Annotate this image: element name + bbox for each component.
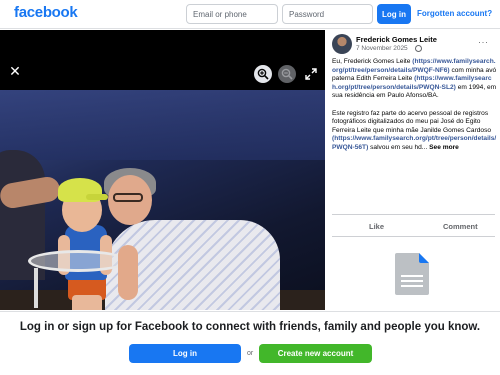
- signup-prompt: Log in or sign up for Facebook to connec…: [19, 321, 481, 333]
- post-photo: [0, 90, 325, 310]
- expand-icon[interactable]: [302, 65, 320, 83]
- login-button[interactable]: Log in: [129, 344, 241, 363]
- email-field[interactable]: [186, 4, 278, 24]
- top-bar: facebook Log in Forgotten account?: [0, 0, 500, 29]
- post-text-segment: salvou em seu hd...: [370, 143, 428, 151]
- post-text: Eu, Frederick Gomes Leite (https://www.f…: [332, 58, 497, 161]
- avatar[interactable]: [332, 34, 352, 54]
- close-icon[interactable]: ✕: [8, 64, 22, 78]
- signup-banner: Log in or sign up for Facebook to connec…: [0, 311, 500, 375]
- header-login-button[interactable]: Log in: [377, 4, 411, 24]
- forgot-account-link[interactable]: Forgotten account?: [417, 9, 492, 18]
- zoom-in-icon[interactable]: [254, 65, 272, 83]
- comment-button[interactable]: Comment: [443, 222, 478, 231]
- post-text-segment: Eu, Frederick Gomes Leite: [332, 58, 411, 65]
- like-button[interactable]: Like: [369, 222, 384, 231]
- or-label: or: [247, 350, 254, 357]
- post-text-segment: Este registro faz parte do acervo pessoa…: [332, 109, 492, 134]
- document-icon: [395, 253, 429, 295]
- create-account-button[interactable]: Create new account: [259, 344, 372, 363]
- post-date[interactable]: 7 November 2025: [356, 45, 408, 52]
- zoom-out-icon[interactable]: [278, 65, 296, 83]
- globe-icon: [415, 45, 422, 52]
- post-author[interactable]: Frederick Gomes Leite: [356, 35, 437, 44]
- photo-viewer: ✕: [0, 30, 325, 310]
- password-field[interactable]: [282, 4, 373, 24]
- more-options-icon[interactable]: ···: [478, 37, 489, 47]
- divider: [332, 214, 495, 215]
- post-panel: Frederick Gomes Leite 7 November 2025 ··…: [325, 30, 500, 310]
- facebook-logo[interactable]: facebook: [14, 4, 78, 21]
- divider: [332, 236, 495, 237]
- see-more-link[interactable]: See more: [429, 144, 459, 151]
